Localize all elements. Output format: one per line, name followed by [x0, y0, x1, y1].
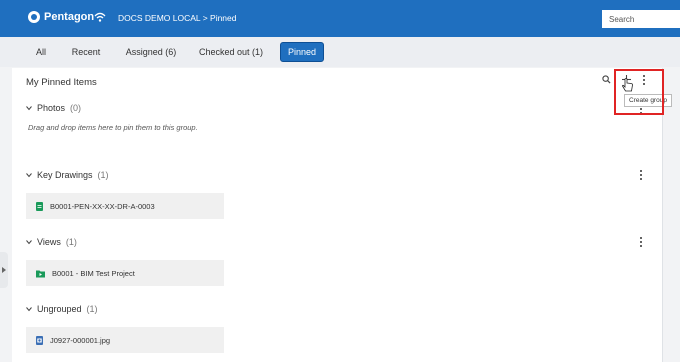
- group-header-photos[interactable]: Photos (0): [26, 103, 81, 113]
- group-count: (1): [65, 237, 77, 247]
- drop-hint: Drag and drop items here to pin them to …: [28, 123, 198, 132]
- logo-text: Pentagon: [44, 11, 95, 23]
- tab-pinned[interactable]: Pinned: [280, 42, 324, 62]
- item-label: B0001 - BIM Test Project: [52, 268, 135, 278]
- group-kebab-icon[interactable]: [636, 169, 646, 181]
- group-count: (1): [97, 170, 109, 180]
- group-header-key-drawings[interactable]: Key Drawings (1): [26, 170, 109, 180]
- view-folder-icon: [36, 270, 45, 277]
- wifi-icon[interactable]: [94, 11, 106, 23]
- chevron-down-icon[interactable]: [26, 306, 32, 312]
- app-logo[interactable]: Pentagon: [28, 11, 94, 23]
- breadcrumb[interactable]: DOCS DEMO LOCAL > Pinned: [118, 13, 237, 23]
- image-file-icon: [36, 335, 43, 345]
- pinned-item[interactable]: B0001 - BIM Test Project: [26, 260, 224, 286]
- side-panel-toggle[interactable]: [0, 252, 8, 288]
- group-header-views[interactable]: Views (1): [26, 237, 77, 247]
- scrollbar[interactable]: [664, 68, 680, 362]
- search-input[interactable]: [602, 10, 680, 28]
- group-name: Photos: [37, 103, 66, 113]
- group-count: (0): [70, 103, 82, 113]
- chevron-down-icon[interactable]: [26, 239, 32, 245]
- drawing-file-icon: [36, 201, 43, 211]
- tab-checked-out[interactable]: Checked out (1): [196, 42, 266, 62]
- group-name: Views: [37, 237, 61, 247]
- item-label: J0927-000001.jpg: [50, 335, 111, 345]
- tab-assigned[interactable]: Assigned (6): [122, 42, 180, 62]
- group-name: Key Drawings: [37, 170, 93, 180]
- search-icon[interactable]: [602, 75, 611, 84]
- pinned-item[interactable]: J0927-000001.jpg: [26, 327, 224, 353]
- group-kebab-icon[interactable]: [636, 236, 646, 248]
- tab-recent[interactable]: Recent: [68, 42, 104, 62]
- highlight-box: [614, 69, 664, 115]
- tab-bar: All Recent Assigned (6) Checked out (1) …: [0, 37, 680, 67]
- group-count: (1): [86, 304, 98, 314]
- group-header-ungrouped[interactable]: Ungrouped (1): [26, 304, 98, 314]
- pentagon-logo-icon: [28, 11, 40, 23]
- chevron-down-icon[interactable]: [26, 172, 32, 178]
- tab-all[interactable]: All: [28, 42, 54, 62]
- page-title: My Pinned Items: [26, 77, 97, 88]
- item-label: B0001-PEN-XX-XX-DR-A-0003: [50, 201, 155, 211]
- group-name: Ungrouped: [37, 304, 82, 314]
- top-bar: Pentagon DOCS DEMO LOCAL > Pinned: [0, 0, 680, 37]
- pinned-item[interactable]: B0001-PEN-XX-XX-DR-A-0003: [26, 193, 224, 219]
- pinned-panel: My Pinned Items Photos (0) Drag and drop…: [12, 68, 663, 362]
- chevron-down-icon[interactable]: [26, 105, 32, 111]
